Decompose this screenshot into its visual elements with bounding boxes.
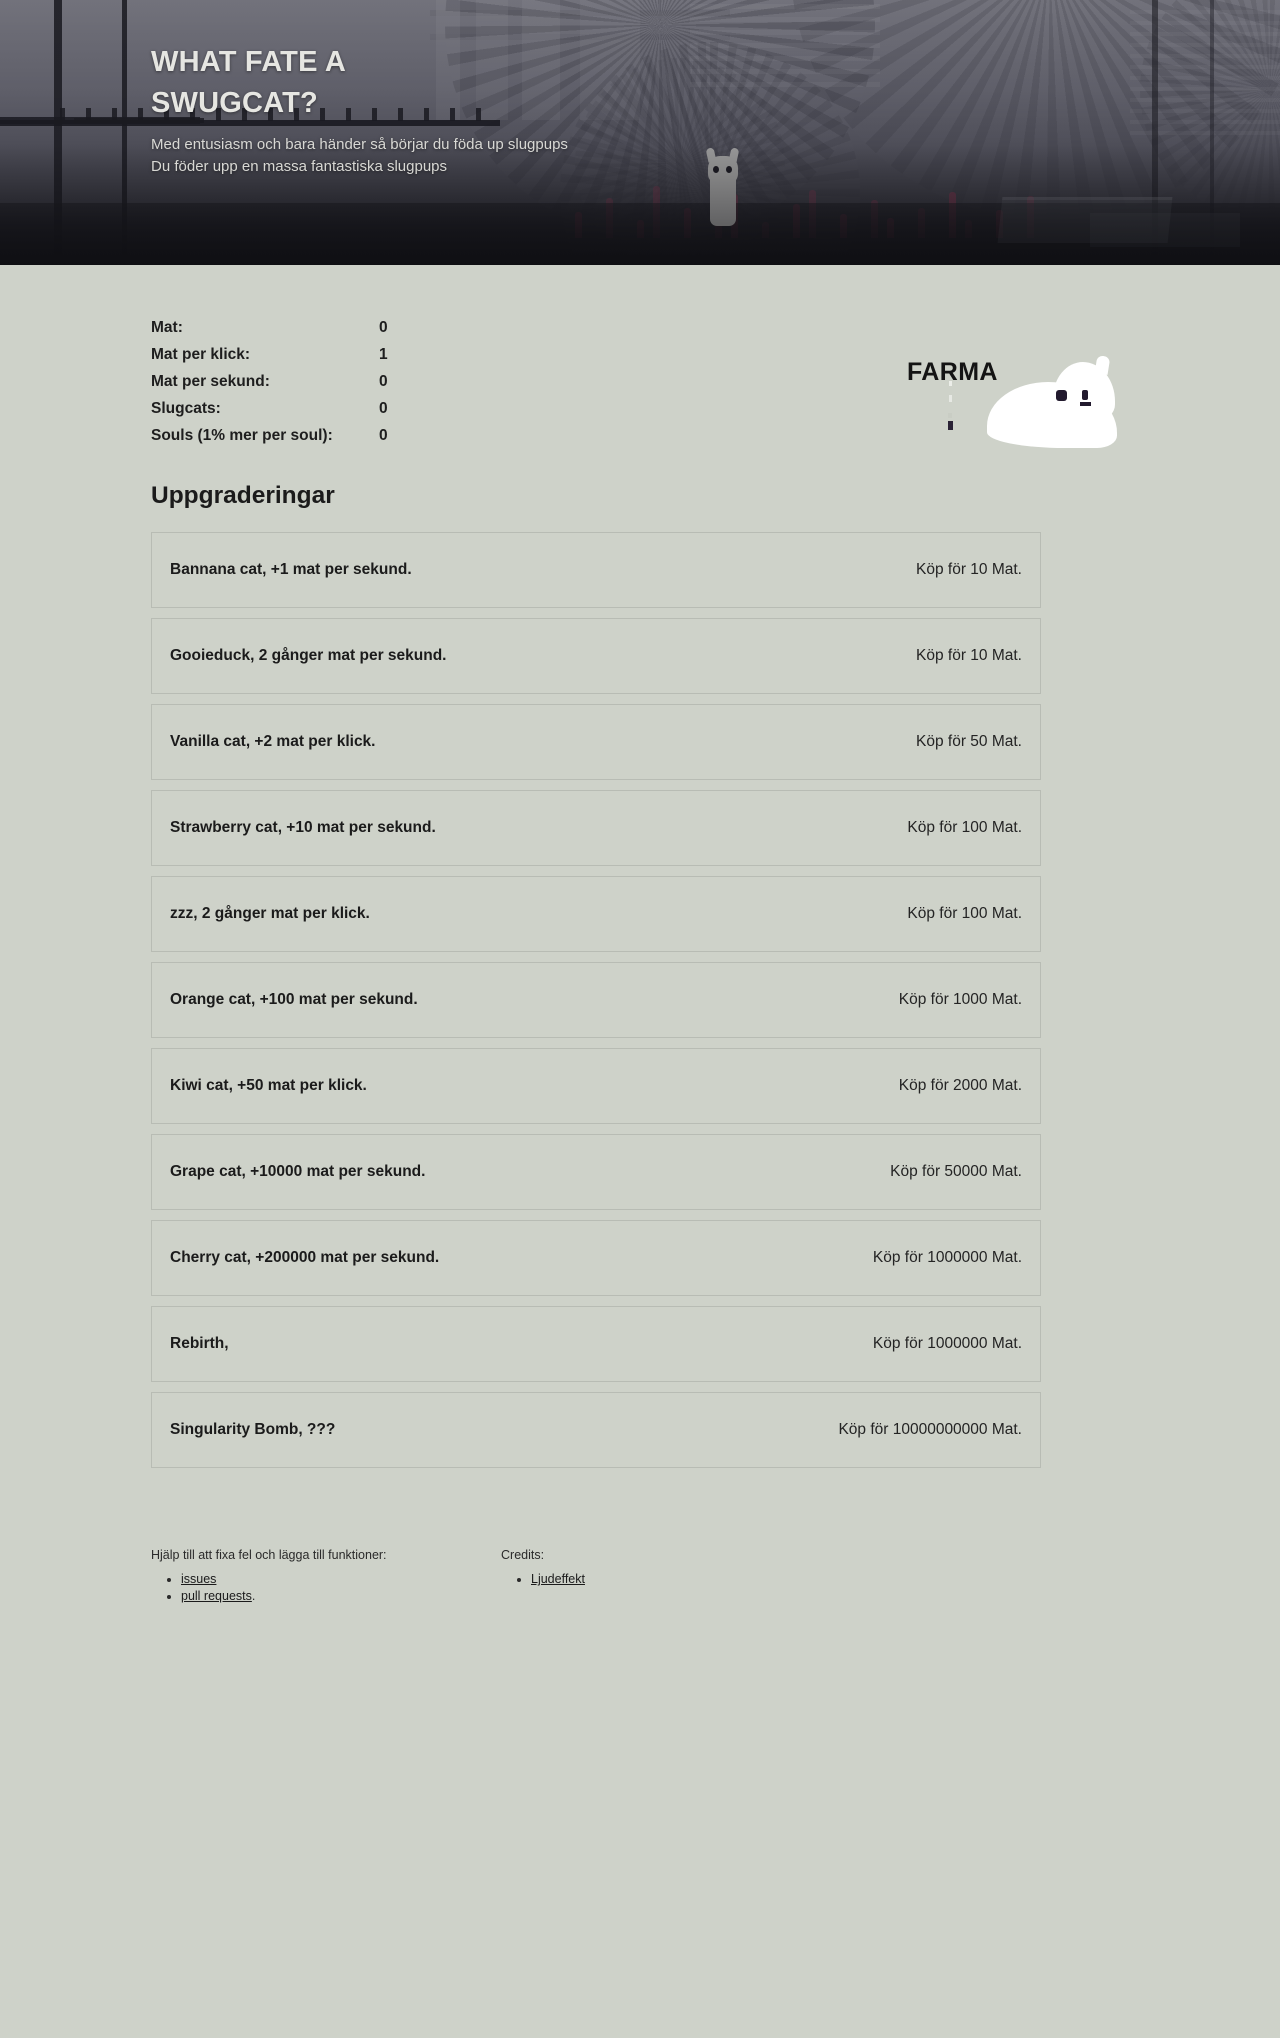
upgrade-item[interactable]: Kiwi cat, +50 mat per klick. Köp för 2000… (151, 1048, 1041, 1124)
upgrade-item[interactable]: Strawberry cat, +10 mat per sekund. Köp f… (151, 790, 1041, 866)
stat-value: 0 (379, 400, 388, 417)
upgrade-item[interactable]: Cherry cat, +200000 mat per sekund. Köp f… (151, 1220, 1041, 1296)
footer-contribute-links: issues pull requests. (151, 1571, 501, 1605)
footer-link-suffix: . (251, 1589, 256, 1603)
stat-row: Slugcats: 0 (151, 395, 388, 422)
stat-value: 1 (379, 346, 388, 363)
footer-link[interactable]: pull requests (181, 1589, 252, 1603)
stats-row: Mat: 0 Mat per klick: 1 Mat per sekund: 0 Slug… (151, 265, 1129, 449)
slugcat-mouth (1080, 402, 1091, 406)
upgrade-item[interactable]: Orange cat, +100 mat per sekund. Köp för … (151, 962, 1041, 1038)
slugcat-tail-pixel (948, 421, 953, 430)
upgrade-name: Strawberry cat, +10 mat per sekund. (170, 819, 436, 836)
stats-table: Mat: 0 Mat per klick: 1 Mat per sekund: 0 Slug… (151, 314, 388, 449)
stat-label: Mat: (151, 319, 183, 336)
stat-label: Mat per klick: (151, 346, 251, 363)
slugcat-tail-pixel (949, 395, 952, 402)
upgrade-price: Köp för 10000000000 Mat. (838, 1421, 1022, 1438)
list-item: issues (181, 1571, 501, 1588)
farm-button-label: FARMA (907, 358, 998, 386)
upgrade-price: Köp för 50 Mat. (916, 733, 1022, 750)
upgrade-name: Kiwi cat, +50 mat per klick. (170, 1077, 367, 1094)
stat-label: Souls (1% mer per soul): (151, 427, 333, 444)
stat-row: Souls (1% mer per soul): 0 (151, 422, 388, 449)
hero-banner: WHAT FATE A SWUGCAT? Med entusiasm och b… (0, 0, 1280, 265)
upgrades-heading: Uppgraderingar (151, 482, 335, 509)
stat-value: 0 (379, 427, 388, 444)
upgrade-price: Köp för 50000 Mat. (890, 1163, 1022, 1180)
list-item: pull requests. (181, 1588, 501, 1605)
list-item: Ljudeffekt (531, 1571, 851, 1588)
upgrade-price: Köp för 1000 Mat. (898, 991, 1022, 1008)
upgrade-price: Köp för 2000 Mat. (898, 1077, 1022, 1094)
page-title: WHAT FATE A SWUGCAT? (151, 46, 345, 119)
upgrade-price: Köp för 10 Mat. (916, 647, 1022, 664)
hero-subtitle-line-1: Med entusiasm och bara händer så börjar … (151, 136, 568, 153)
slugcat-eye (1082, 390, 1088, 400)
stat-label: Mat per sekund: (151, 373, 270, 390)
upgrade-price: Köp för 100 Mat. (907, 819, 1022, 836)
upgrade-price: Köp för 10 Mat. (916, 561, 1022, 578)
footer-link[interactable]: issues (181, 1572, 216, 1586)
upgrade-item[interactable]: zzz, 2 gånger mat per klick. Köp för 100 … (151, 876, 1041, 952)
upgrade-item[interactable]: Grape cat, +10000 mat per sekund. Köp för… (151, 1134, 1041, 1210)
upgrade-name: zzz, 2 gånger mat per klick. (170, 905, 370, 922)
stat-row: Mat: 0 (151, 314, 388, 341)
stat-label: Slugcats: (151, 400, 221, 417)
upgrade-price: Köp för 1000000 Mat. (872, 1335, 1022, 1352)
upgrade-item[interactable]: Gooieduck, 2 gånger mat per sekund. Köp f… (151, 618, 1041, 694)
upgrade-name: Singularity Bomb, ??? (170, 1421, 336, 1438)
upgrade-name: Rebirth, (170, 1335, 229, 1352)
footer: Hjälp till att fixa fel och lägga till f… (151, 1478, 1129, 1665)
upgrade-item[interactable]: Vanilla cat, +2 mat per klick. Köp för 50… (151, 704, 1041, 780)
upgrade-name: Orange cat, +100 mat per sekund. (170, 991, 418, 1008)
stats-panel: Mat: 0 Mat per klick: 1 Mat per sekund: 0 Slug… (151, 314, 388, 449)
upgrade-name: Bannana cat, +1 mat per sekund. (170, 561, 412, 578)
stat-row: Mat per sekund: 0 (151, 368, 388, 395)
stat-value: 0 (379, 373, 388, 390)
upgrade-price: Köp för 1000000 Mat. (872, 1249, 1022, 1266)
slugcat-tail-pixel (948, 413, 952, 418)
footer-link[interactable]: Ljudeffekt (531, 1572, 585, 1586)
upgrade-price: Köp för 100 Mat. (907, 905, 1022, 922)
main-container: Mat: 0 Mat per klick: 1 Mat per sekund: 0 Slug… (0, 265, 1280, 1665)
upgrade-item[interactable]: Rebirth, Köp för 1000000 Mat. (151, 1306, 1041, 1382)
upgrade-name: Gooieduck, 2 gånger mat per sekund. (170, 647, 447, 664)
slugcat-ear (1094, 355, 1111, 375)
footer-credits-links: Ljudeffekt (501, 1571, 851, 1588)
footer-credits-column: Credits: Ljudeffekt (501, 1548, 851, 1605)
stat-row: Mat per klick: 1 (151, 341, 388, 368)
footer-credits-heading: Credits: (501, 1548, 545, 1562)
upgrade-name: Vanilla cat, +2 mat per klick. (170, 733, 376, 750)
upgrade-item[interactable]: Bannana cat, +1 mat per sekund. Köp för 1… (151, 532, 1041, 608)
footer-contribute-column: Hjälp till att fixa fel och lägga till f… (151, 1548, 501, 1605)
hero-content: WHAT FATE A SWUGCAT? Med entusiasm och b… (0, 0, 1280, 178)
upgrade-name: Cherry cat, +200000 mat per sekund. (170, 1249, 440, 1266)
footer-contribute-heading: Hjälp till att fixa fel och lägga till f… (151, 1548, 387, 1562)
stat-value: 0 (379, 319, 388, 336)
slugcat-eye (1056, 390, 1067, 401)
farm-button[interactable]: FARMA (887, 338, 1117, 448)
hero-subtitle-line-2: Du föder upp en massa fantastiska slugpu… (151, 158, 448, 175)
upgrades-list: Bannana cat, +1 mat per sekund. Köp för 1… (151, 532, 1041, 1468)
upgrade-item[interactable]: Singularity Bomb, ??? Köp för 10000000000… (151, 1392, 1041, 1468)
upgrade-name: Grape cat, +10000 mat per sekund. (170, 1163, 426, 1180)
